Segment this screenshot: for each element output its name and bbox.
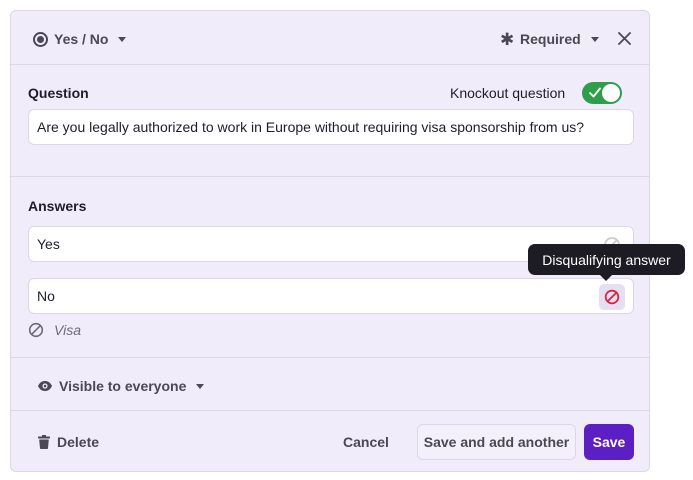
answers-heading: Answers	[28, 198, 87, 214]
close-button[interactable]	[614, 28, 634, 48]
question-editor-card: Yes / No ✱ Required Question Knockout qu…	[10, 10, 685, 472]
answer-input-no[interactable]: No	[28, 278, 634, 314]
asterisk-icon: ✱	[500, 29, 515, 49]
visibility-select[interactable]: Visible to everyone	[37, 377, 205, 395]
question-type-select[interactable]: Yes / No	[33, 29, 127, 49]
answer-value: No	[37, 288, 55, 304]
chevron-down-icon	[196, 383, 205, 389]
delete-button[interactable]: Delete	[38, 432, 99, 452]
divider	[11, 357, 649, 358]
required-label: Required	[520, 31, 581, 47]
divider	[11, 64, 649, 65]
disqualifying-tooltip: Disqualifying answer	[528, 244, 685, 281]
visibility-label: Visible to everyone	[59, 378, 187, 394]
disqualify-icon	[28, 322, 44, 338]
divider	[11, 410, 649, 411]
knockout-toggle[interactable]	[582, 82, 622, 104]
delete-label: Delete	[57, 434, 100, 450]
disqualify-note: Visa	[28, 321, 81, 339]
save-button[interactable]: Save	[584, 424, 634, 460]
knockout-label: Knockout question	[450, 85, 566, 101]
radio-button-icon	[33, 31, 48, 47]
chevron-down-icon	[118, 36, 127, 42]
divider	[11, 176, 649, 177]
question-input[interactable]: Are you legally authorized to work in Eu…	[28, 109, 634, 145]
disqualify-button[interactable]	[599, 284, 625, 310]
check-icon	[589, 87, 601, 98]
toggle-knob	[602, 84, 620, 102]
question-type-label: Yes / No	[54, 31, 109, 47]
cancel-button[interactable]: Cancel	[343, 432, 389, 452]
save-and-add-another-button[interactable]: Save and add another	[417, 424, 576, 460]
disqualify-icon	[604, 289, 620, 305]
question-heading: Question	[28, 85, 89, 101]
chevron-down-icon	[590, 36, 599, 42]
eye-icon	[38, 381, 52, 391]
required-select[interactable]: ✱ Required	[500, 29, 599, 49]
close-icon	[617, 31, 631, 45]
disqualify-note-text: Visa	[54, 322, 81, 338]
trash-icon	[38, 435, 50, 449]
answer-value: Yes	[37, 236, 60, 252]
